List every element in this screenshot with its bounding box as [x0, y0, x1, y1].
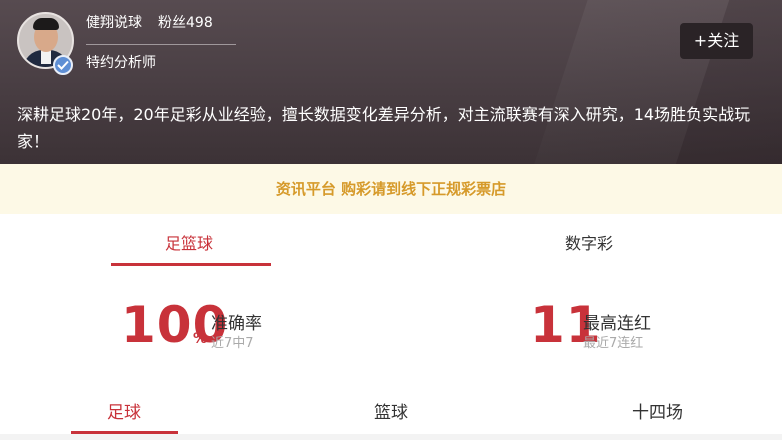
expert-header: 健翔说球 粉丝498 特约分析师 +关注 深耕足球20年，20年足彩从业经验，擅… — [0, 0, 782, 164]
tab-basketball[interactable]: 篮球 — [374, 398, 408, 423]
notice-banner: 资讯平台 购彩请到线下正规彩票店 — [0, 164, 782, 214]
fans-count: 粉丝498 — [158, 15, 213, 31]
expert-intro: 深耕足球20年，20年足彩从业经验，擅长数据变化差异分析，对主流联赛有深入研究，… — [17, 105, 751, 151]
content-divider — [0, 434, 782, 440]
tab-14-matches[interactable]: 十四场 — [632, 398, 683, 423]
follow-button[interactable]: +关注 — [680, 23, 753, 59]
expert-name: 健翔说球 — [86, 15, 142, 31]
accuracy-label: 准确率 — [211, 314, 262, 334]
verified-badge-icon — [53, 55, 73, 75]
streak-sub: 最近7连红 — [583, 336, 644, 351]
accuracy-unit: % — [193, 331, 208, 347]
name-divider — [86, 44, 236, 45]
expert-role: 特约分析师 — [86, 55, 156, 71]
tab-active-underline — [111, 263, 271, 266]
tab-football[interactable]: 足球 — [107, 398, 141, 423]
streak-label: 最高连红 — [583, 314, 651, 334]
tab-football-basketball[interactable]: 足篮球 — [165, 230, 213, 254]
accuracy-sub: 近7中7 — [211, 336, 254, 351]
tab-digital-lottery[interactable]: 数字彩 — [565, 230, 613, 254]
